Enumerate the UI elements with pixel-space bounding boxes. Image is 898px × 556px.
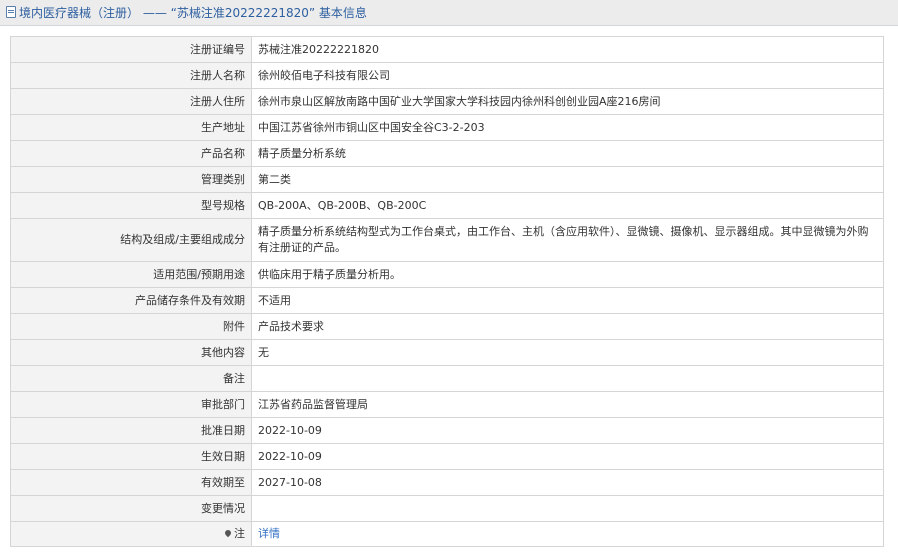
table-row: 产品名称 精子质量分析系统: [10, 140, 884, 167]
row-value: 徐州市泉山区解放南路中国矿业大学国家大学科技园内徐州科创创业园A座216房间: [251, 88, 884, 115]
row-value: 2022-10-09: [251, 417, 884, 444]
row-value: 精子质量分析系统: [251, 140, 884, 167]
table-row: 注册人住所 徐州市泉山区解放南路中国矿业大学国家大学科技园内徐州科创创业园A座2…: [10, 88, 884, 115]
page-header: 境内医疗器械（注册） —— “苏械注准20222221820” 基本信息: [0, 0, 898, 26]
row-value: 2022-10-09: [251, 443, 884, 470]
row-label: 生效日期: [10, 443, 252, 470]
row-label: 管理类别: [10, 166, 252, 193]
table-row: 型号规格 QB-200A、QB-200B、QB-200C: [10, 192, 884, 219]
row-label: 产品储存条件及有效期: [10, 287, 252, 314]
table-row: 管理类别 第二类: [10, 166, 884, 193]
row-value: 江苏省药品监督管理局: [251, 391, 884, 418]
table-row: 产品储存条件及有效期 不适用: [10, 287, 884, 314]
table-row: 生产地址 中国江苏省徐州市铜山区中国安全谷C3-2-203: [10, 114, 884, 141]
table-row: 备注: [10, 365, 884, 392]
row-value: 徐州皎佰电子科技有限公司: [251, 62, 884, 89]
table-row: 批准日期 2022-10-09: [10, 417, 884, 444]
row-label: 型号规格: [10, 192, 252, 219]
details-link[interactable]: 详情: [258, 527, 280, 540]
row-label: 附件: [10, 313, 252, 340]
row-label: 其他内容: [10, 339, 252, 366]
row-value: 第二类: [251, 166, 884, 193]
row-value: 苏械注准20222221820: [251, 36, 884, 63]
table-row: 结构及组成/主要组成成分 精子质量分析系统结构型式为工作台桌式，由工作台、主机（…: [10, 218, 884, 262]
row-value: QB-200A、QB-200B、QB-200C: [251, 192, 884, 219]
row-value: 2027-10-08: [251, 469, 884, 496]
row-label: 注册证编号: [10, 36, 252, 63]
info-table-container: 注册证编号 苏械注准20222221820 注册人名称 徐州皎佰电子科技有限公司…: [10, 36, 884, 547]
table-row: 有效期至 2027-10-08: [10, 469, 884, 496]
row-label: 适用范围/预期用途: [10, 261, 252, 288]
note-label-cell: 注: [10, 521, 252, 547]
header-separator: ——: [142, 6, 167, 20]
table-row: 附件 产品技术要求: [10, 313, 884, 340]
table-row: 生效日期 2022-10-09: [10, 443, 884, 470]
row-label: 结构及组成/主要组成成分: [10, 218, 252, 262]
row-label: 有效期至: [10, 469, 252, 496]
header-category: 境内医疗器械（注册）: [19, 6, 140, 20]
header-title: “苏械注准20222221820”: [170, 6, 316, 20]
registration-info-table: 注册证编号 苏械注准20222221820 注册人名称 徐州皎佰电子科技有限公司…: [10, 36, 884, 547]
table-row: 其他内容 无: [10, 339, 884, 366]
row-label: 备注: [10, 365, 252, 392]
row-label: 变更情况: [10, 495, 252, 522]
header-suffix: 基本信息: [318, 6, 367, 20]
table-row: 适用范围/预期用途 供临床用于精子质量分析用。: [10, 261, 884, 288]
row-value: 供临床用于精子质量分析用。: [251, 261, 884, 288]
table-row: 注册人名称 徐州皎佰电子科技有限公司: [10, 62, 884, 89]
pin-icon: [223, 528, 233, 538]
row-value: [251, 495, 884, 522]
row-label: 审批部门: [10, 391, 252, 418]
table-row: 审批部门 江苏省药品监督管理局: [10, 391, 884, 418]
row-label: 注册人住所: [10, 88, 252, 115]
row-value: 不适用: [251, 287, 884, 314]
row-label: 产品名称: [10, 140, 252, 167]
row-value: 无: [251, 339, 884, 366]
row-value: 中国江苏省徐州市铜山区中国安全谷C3-2-203: [251, 114, 884, 141]
row-value: [251, 365, 884, 392]
row-label: 生产地址: [10, 114, 252, 141]
row-label: 注册人名称: [10, 62, 252, 89]
table-row: 注册证编号 苏械注准20222221820: [10, 36, 884, 63]
row-label: 批准日期: [10, 417, 252, 444]
note-label: 注: [234, 527, 245, 540]
document-icon: [6, 6, 16, 18]
row-value: 产品技术要求: [251, 313, 884, 340]
note-value-cell: 详情: [251, 521, 884, 547]
table-row: 变更情况: [10, 495, 884, 522]
row-value: 精子质量分析系统结构型式为工作台桌式，由工作台、主机（含应用软件）、显微镜、摄像…: [251, 218, 884, 262]
table-row-note: 注 详情: [10, 521, 884, 547]
